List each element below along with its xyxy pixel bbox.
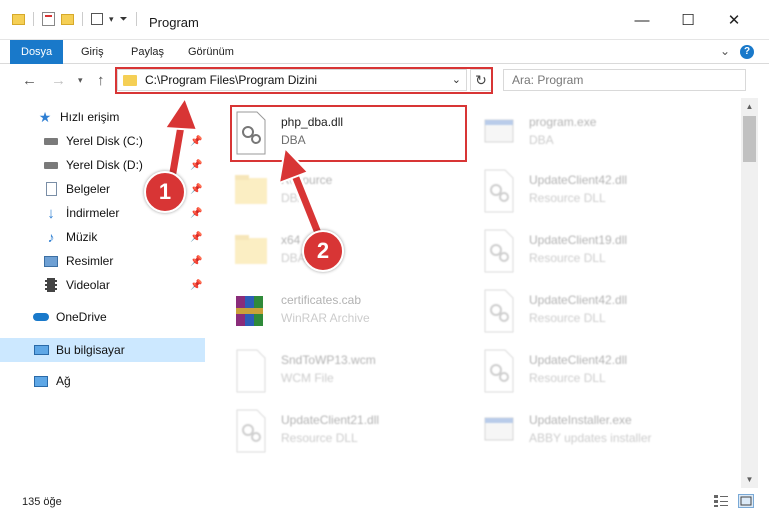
step-badge-1: 1 <box>144 171 186 213</box>
step-badge-2: 2 <box>302 230 344 272</box>
arrow-1 <box>163 95 199 184</box>
callout-arrows <box>163 95 326 244</box>
arrow-2 <box>277 145 326 244</box>
